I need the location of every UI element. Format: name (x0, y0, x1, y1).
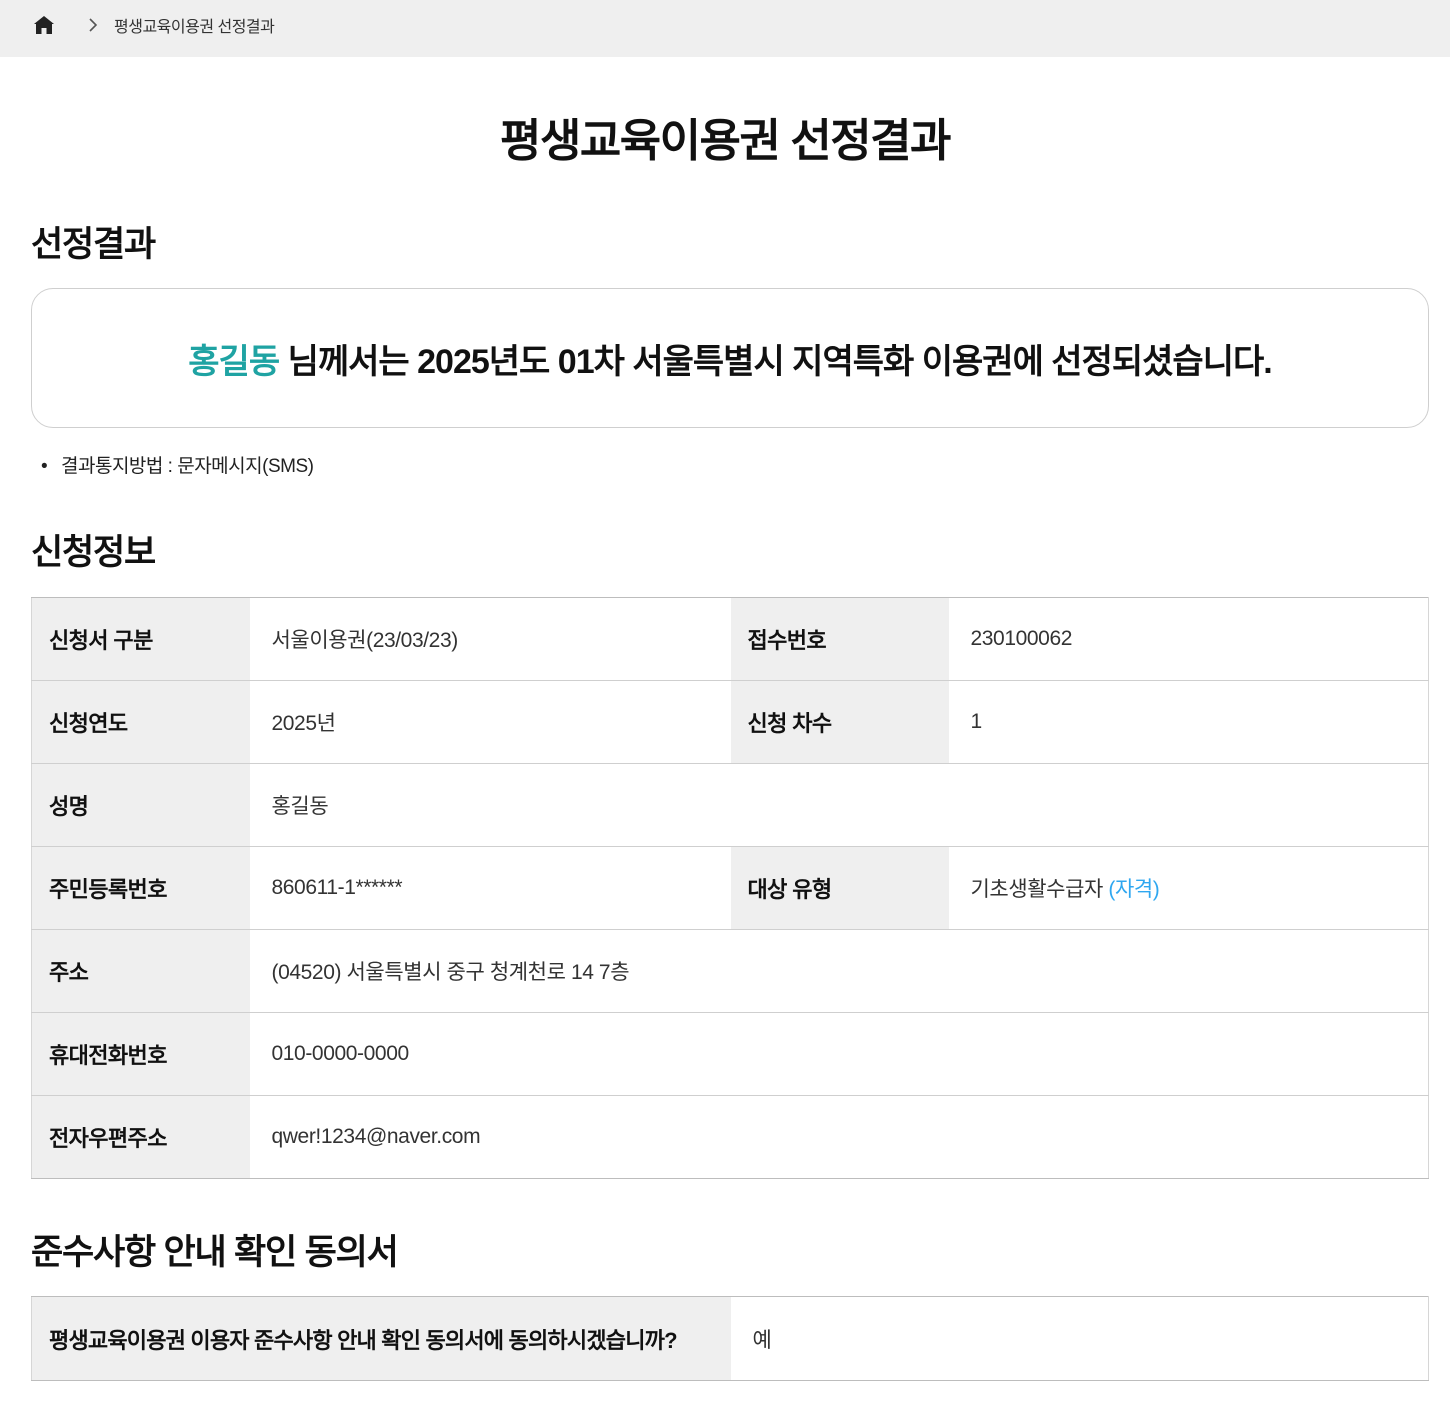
agreement-table: 평생교육이용권 이용자 준수사항 안내 확인 동의서에 동의하시겠습니까? 예 (31, 1296, 1429, 1381)
field-label: 주민등록번호 (31, 846, 250, 930)
field-label: 전자우편주소 (31, 1095, 250, 1179)
agreement-answer: 예 (752, 1328, 772, 1352)
table-row: 전자우편주소 qwer!1234@naver.com (31, 1095, 1429, 1179)
home-icon[interactable] (33, 14, 55, 36)
field-value: 230100062 (948, 597, 1429, 681)
table-row: 신청연도 2025년 신청 차수 1 (31, 680, 1429, 764)
breadcrumb-bar: 평생교육이용권 선정결과 (0, 0, 1450, 57)
notification-method-note: • 결과통지방법 : 문자메시지(SMS) (41, 451, 314, 478)
field-label: 신청연도 (31, 680, 250, 764)
agreement-question: 평생교육이용권 이용자 준수사항 안내 확인 동의서에 동의하시겠습니까? (31, 1296, 731, 1381)
agreement-section-title: 준수사항 안내 확인 동의서 (31, 1233, 399, 1272)
qualification-link[interactable]: (자격) (1108, 878, 1159, 901)
field-value: 2025년 (249, 680, 731, 764)
field-label: 주소 (31, 929, 250, 1013)
field-label: 성명 (31, 763, 250, 847)
field-value: 860611-1****** (249, 846, 731, 930)
table-row: 성명 홍길동 (31, 763, 1429, 847)
field-value: 010-0000-0000 (249, 1012, 1429, 1096)
field-value: qwer!1234@naver.com (271, 1125, 481, 1148)
result-message: 홍길동 님께서는 2025년도 01차 서울특별시 지역특화 이용권에 선정되셨… (188, 334, 1273, 383)
field-label: 휴대전화번호 (31, 1012, 250, 1096)
field-value: 홍길동 (249, 763, 1429, 847)
bullet-icon: • (41, 456, 48, 477)
result-applicant-name: 홍길동 (188, 342, 280, 381)
page-title: 평생교육이용권 선정결과 (500, 115, 951, 166)
field-label: 접수번호 (730, 597, 949, 681)
table-row: 신청서 구분 서울이용권(23/03/23) 접수번호 230100062 (31, 597, 1429, 681)
application-section-title: 신청정보 (31, 533, 156, 572)
table-row: 주소 (04520) 서울특별시 중구 청계천로 14 7층 (31, 929, 1429, 1013)
target-type-value: 기초생활수급자 (970, 878, 1109, 901)
application-info-table: 신청서 구분 서울이용권(23/03/23) 접수번호 230100062 신청… (31, 597, 1429, 1179)
field-value: 1 (948, 680, 1429, 764)
field-value: 기초생활수급자 (자격) (948, 846, 1429, 930)
table-row: 주민등록번호 860611-1****** 대상 유형 기초생활수급자 (자격) (31, 846, 1429, 930)
result-box: 홍길동 님께서는 2025년도 01차 서울특별시 지역특화 이용권에 선정되셨… (31, 288, 1429, 428)
field-label: 대상 유형 (730, 846, 949, 930)
result-section-title: 선정결과 (31, 225, 156, 264)
field-value: 서울이용권(23/03/23) (249, 597, 731, 681)
chevron-right-icon (86, 16, 100, 34)
table-row: 평생교육이용권 이용자 준수사항 안내 확인 동의서에 동의하시겠습니까? 예 (31, 1296, 1429, 1381)
field-label: 신청 차수 (730, 680, 949, 764)
field-label: 신청서 구분 (31, 597, 250, 681)
notification-method-text: 결과통지방법 : 문자메시지(SMS) (61, 456, 314, 477)
field-value: (04520) 서울특별시 중구 청계천로 14 7층 (249, 929, 1429, 1013)
result-message-text: 님께서는 2025년도 01차 서울특별시 지역특화 이용권에 선정되셨습니다. (279, 342, 1273, 381)
table-row: 휴대전화번호 010-0000-0000 (31, 1012, 1429, 1096)
breadcrumb-current[interactable]: 평생교육이용권 선정결과 (114, 13, 275, 37)
